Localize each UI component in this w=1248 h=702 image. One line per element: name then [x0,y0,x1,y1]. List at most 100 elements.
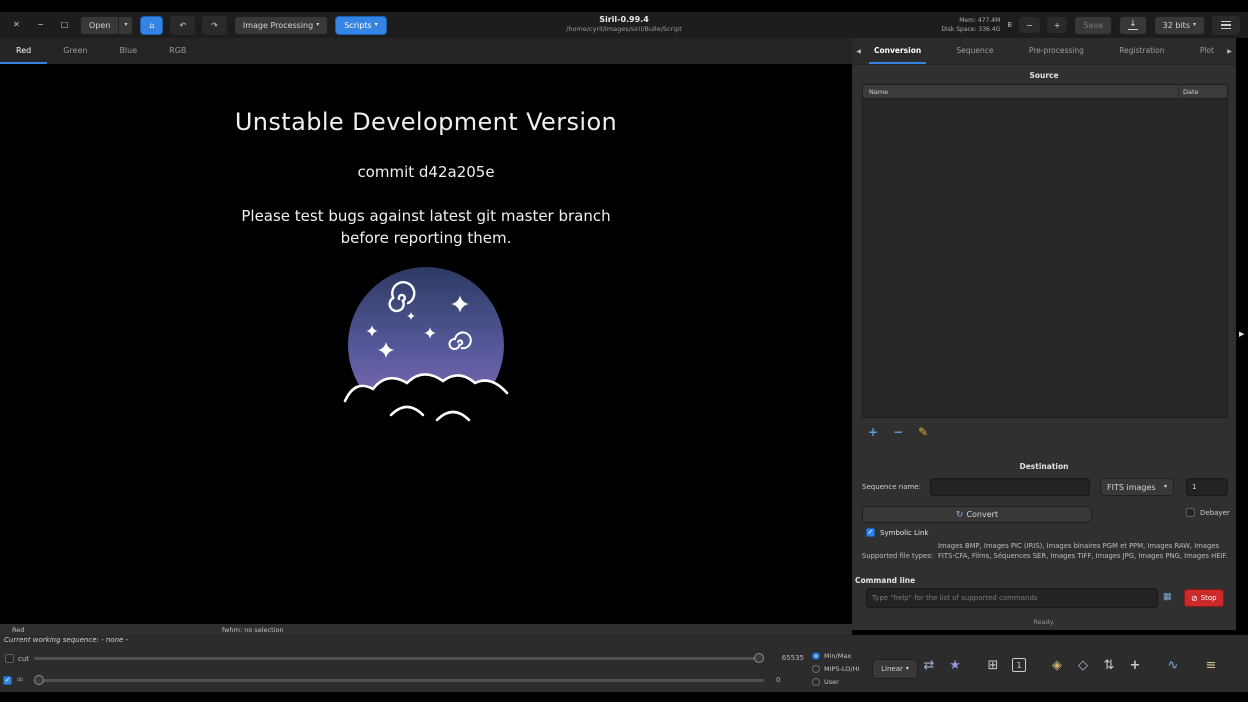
convert-button[interactable]: ↻ Convert [862,506,1092,523]
save-button[interactable]: Save [1074,16,1112,35]
cut-label: cut [18,655,29,663]
bottom-toolbar: ⇄ ★ ⊞ 1 ◈ ◇ ⇅ + ∿ ≡ [916,651,1224,679]
start-index-input[interactable] [1186,478,1228,496]
tab-conversion[interactable]: Conversion [869,38,926,64]
tabs-scroll-right-icon[interactable]: ▶ [1223,38,1236,64]
tabs-scroll-left-icon[interactable]: ◀ [852,38,865,64]
stop-label: Stop [1201,594,1217,602]
display-checkbox[interactable]: ✓ [3,676,12,685]
dev-version-note: Please test bugs against latest git mast… [0,205,852,249]
chevron-down-icon: ▾ [375,22,378,28]
single-frame-icon[interactable]: 1 [1006,651,1032,679]
scripts-button[interactable]: Scripts ▾ [335,16,386,35]
column-name[interactable]: Name [863,85,1179,98]
bit-depth-label: 32 bits [1163,21,1190,30]
star-detection-icon[interactable]: ★ [942,651,968,679]
radio-icon [812,678,820,686]
memory-info: Mem: 477.4M [941,16,1000,25]
source-file-list[interactable]: Name Date [862,84,1228,418]
debayer-option[interactable]: Debayer [1186,508,1230,517]
plus-icon: + [1054,21,1061,30]
open-button-group: Open ▾ [80,16,133,35]
home-button[interactable]: ⌂ [140,16,163,35]
add-files-button[interactable]: + [868,426,878,438]
column-date[interactable]: Date [1179,85,1227,98]
lo-cutoff-value: 0 [776,676,780,684]
chevron-down-icon: ▾ [316,22,319,28]
radio-minmax[interactable]: Min/Max [812,649,859,662]
source-list-controls: + − ✎ [868,426,928,438]
tab-rgb[interactable]: RGB [153,38,202,64]
tab-red[interactable]: Red [0,38,47,64]
tab-sequence[interactable]: Sequence [952,38,999,64]
console-icon[interactable]: ▦ [1163,591,1172,602]
image-canvas[interactable]: Unstable Development Version commit d42a… [0,64,852,624]
disk-info: Disk Space: 336.4G [941,25,1000,34]
check-icon: ✓ [5,677,11,684]
redo-button[interactable]: ↷ [202,16,227,35]
close-icon[interactable]: ✕ [8,12,25,38]
check-icon: ✓ [868,529,874,536]
hi-cutoff-slider[interactable] [34,653,764,664]
image-compare-icon[interactable]: ⇄ [916,651,942,679]
command-input[interactable] [866,588,1158,608]
undo-button[interactable]: ↶ [170,16,195,35]
tab-pre-processing[interactable]: Pre-processing [1024,38,1089,64]
radio-user[interactable]: User [812,675,859,688]
frame-number: 1 [1012,658,1026,672]
sequence-name-input[interactable] [930,478,1090,496]
bit-depth-select[interactable]: 32 bits ▾ [1154,16,1205,35]
radio-mips[interactable]: MIPS-LO/HI [812,662,859,675]
slider-handle[interactable] [34,675,44,685]
radio-mips-label: MIPS-LO/HI [824,665,859,673]
debayer-label: Debayer [1200,509,1230,517]
convert-label: Convert [966,510,998,519]
symbolic-link-label: Symbolic Link [880,529,928,537]
destination-title: Destination [852,462,1236,471]
supported-types-label: Supported file types: [862,552,933,560]
crosshair-icon[interactable]: + [1122,651,1148,679]
grid-view-icon[interactable]: ⊞ [980,651,1006,679]
cut-checkbox[interactable] [5,654,14,663]
plus-icon: + [868,425,878,439]
debayer-checkbox[interactable] [1186,508,1195,517]
link-icon[interactable]: ∞ [16,675,24,685]
tab-green[interactable]: Green [47,38,103,64]
panel-expand-icon[interactable]: ▶ [1239,330,1244,338]
tab-registration[interactable]: Registration [1114,38,1169,64]
zoom-out-button[interactable]: − [1019,17,1040,33]
minimize-icon[interactable]: − [32,12,49,38]
symbolic-link-checkbox[interactable]: ✓ [866,528,875,537]
tab-blue[interactable]: Blue [103,38,153,64]
zoom-in-button[interactable]: + [1047,17,1068,33]
photometry-icon[interactable]: ◈ [1044,651,1070,679]
chevron-down-icon: ▾ [124,22,127,28]
tab-plot[interactable]: Plot [1195,38,1219,64]
quick-photometry-icon[interactable]: ◇ [1070,651,1096,679]
output-format-select[interactable]: FITS images ▾ [1100,478,1174,496]
histogram-icon[interactable]: ∿ [1160,651,1186,679]
current-sequence-label: Current working sequence: - none - [4,636,128,644]
maximize-icon[interactable]: □ [56,12,73,38]
header-right-cluster: Mem: 477.4M Disk Space: 336.4G B − + Sav… [941,16,1240,35]
frame-list-icon[interactable]: ≡ [1198,651,1224,679]
lo-cutoff-slider[interactable] [34,675,764,686]
image-processing-button[interactable]: Image Processing ▾ [234,16,328,35]
header-bar: ✕ − □ Open ▾ ⌂ ↶ ↷ Image Processing ▾ Sc… [0,12,1248,38]
open-button[interactable]: Open [80,16,119,35]
display-mode-select[interactable]: Linear ▾ [872,659,918,679]
clear-list-button[interactable]: ✎ [918,426,928,438]
download-icon: ↓ [1128,20,1138,30]
save-as-button[interactable]: ↓ [1119,16,1147,35]
siril-logo [341,265,511,440]
slider-handle[interactable] [754,653,764,663]
remove-files-button[interactable]: − [893,426,903,438]
slider-track [34,657,764,660]
hi-cutoff-value: 65535 [770,654,804,662]
sort-frames-icon[interactable]: ⇅ [1096,651,1122,679]
output-format-label: FITS images [1107,483,1156,492]
symbolic-link-option[interactable]: ✓ Symbolic Link [866,528,928,537]
open-dropdown-button[interactable]: ▾ [119,16,133,35]
menu-button[interactable] [1212,16,1240,35]
stop-button[interactable]: ⊘ Stop [1184,589,1224,607]
